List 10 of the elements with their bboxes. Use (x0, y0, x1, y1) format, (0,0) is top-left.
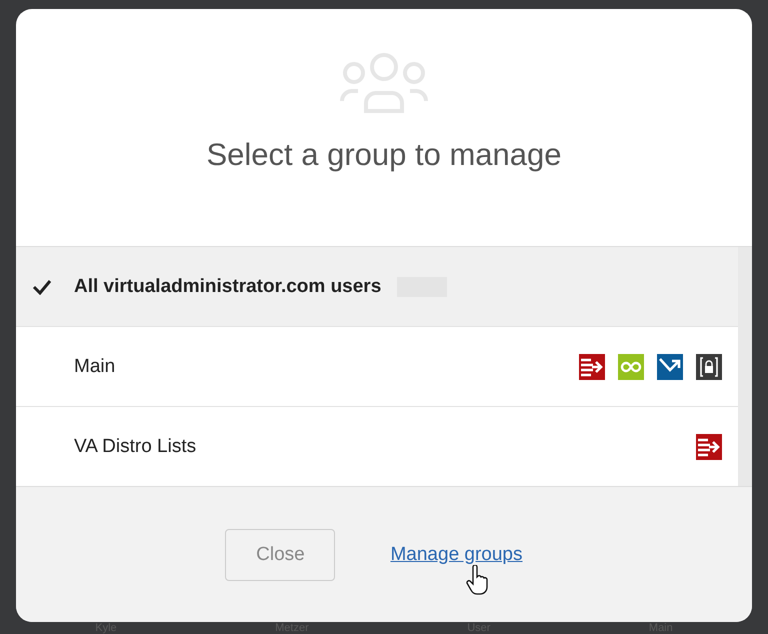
checkmark-icon (32, 278, 52, 294)
group-name: VA Distro Lists (74, 436, 196, 458)
manage-groups-link[interactable]: Manage groups (390, 544, 523, 566)
hand-cursor-icon (466, 565, 488, 595)
group-row[interactable]: All virtualadministrator.com users (16, 247, 738, 327)
scrollbar[interactable] (738, 247, 752, 486)
group-name: Main (74, 356, 116, 378)
group-name: All virtualadministrator.com users (74, 276, 382, 298)
dialog-title: Select a group to manage (206, 137, 562, 173)
users-icon (338, 51, 430, 115)
